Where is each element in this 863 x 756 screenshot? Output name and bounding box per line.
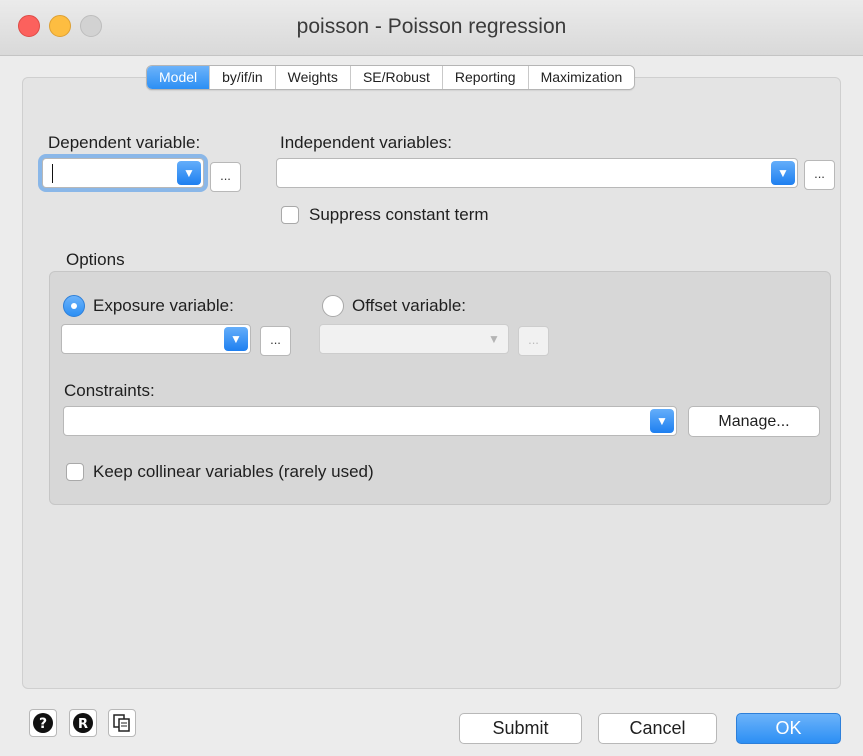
svg-text:R: R <box>78 717 88 732</box>
tab-se-robust[interactable]: SE/Robust <box>349 66 442 89</box>
exposure-variable-label: Exposure variable: <box>93 296 234 315</box>
independent-browse-button[interactable]: ... <box>804 160 835 190</box>
copy-command-icon <box>113 714 130 732</box>
offset-variable-label: Offset variable: <box>352 296 467 315</box>
independent-variables-combo[interactable]: ▼ <box>276 158 798 188</box>
reset-icon: R <box>73 713 93 733</box>
chevron-down-icon[interactable]: ▼ <box>224 327 248 351</box>
chevron-down-icon[interactable]: ▼ <box>650 409 674 433</box>
exposure-browse-button[interactable]: ... <box>260 326 291 356</box>
tab-weights[interactable]: Weights <box>274 66 350 89</box>
offset-browse-button: ... <box>518 326 549 356</box>
ok-button[interactable]: OK <box>736 713 841 744</box>
offset-variable-radio[interactable] <box>322 295 344 317</box>
manage-constraints-button[interactable]: Manage... <box>688 406 820 437</box>
dependent-variable-label: Dependent variable: <box>48 133 201 152</box>
chevron-down-icon[interactable]: ▼ <box>177 161 201 185</box>
tab-model[interactable]: Model <box>147 66 210 89</box>
keep-collinear-label: Keep collinear variables (rarely used) <box>93 462 374 481</box>
window-title: poisson - Poisson regression <box>296 15 567 38</box>
reset-button[interactable]: R <box>69 709 97 737</box>
tab-by-if-in[interactable]: by/if/in <box>209 66 275 89</box>
suppress-constant-label: Suppress constant term <box>309 205 489 224</box>
tab-maximization[interactable]: Maximization <box>527 66 635 89</box>
copy-command-button[interactable] <box>108 709 136 737</box>
independent-variables-label: Independent variables: <box>280 133 453 152</box>
exposure-variable-radio[interactable] <box>63 295 85 317</box>
chevron-down-icon: ▼ <box>488 332 500 346</box>
text-cursor <box>52 164 53 183</box>
svg-text:?: ? <box>39 716 47 732</box>
submit-button[interactable]: Submit <box>459 713 582 744</box>
exposure-variable-combo[interactable]: ▼ <box>61 324 251 354</box>
dialog-window: poisson - Poisson regression Model by/if… <box>0 0 863 756</box>
offset-variable-combo: ▼ <box>319 324 509 354</box>
help-button[interactable]: ? <box>29 709 57 737</box>
cancel-button[interactable]: Cancel <box>598 713 717 744</box>
chevron-down-icon[interactable]: ▼ <box>771 161 795 185</box>
keep-collinear-checkbox[interactable] <box>66 463 84 481</box>
constraints-combo[interactable]: ▼ <box>63 406 677 436</box>
options-group-label: Options <box>66 250 125 269</box>
tab-bar: Model by/if/in Weights SE/Robust Reporti… <box>146 65 636 90</box>
help-icon: ? <box>33 713 53 733</box>
title-bar[interactable]: poisson - Poisson regression <box>0 0 863 56</box>
tab-reporting[interactable]: Reporting <box>441 66 528 89</box>
dependent-browse-button[interactable]: ... <box>210 162 241 192</box>
suppress-constant-checkbox[interactable] <box>281 206 299 224</box>
constraints-label: Constraints: <box>64 381 155 400</box>
dependent-variable-combo[interactable]: ▼ <box>42 158 204 188</box>
